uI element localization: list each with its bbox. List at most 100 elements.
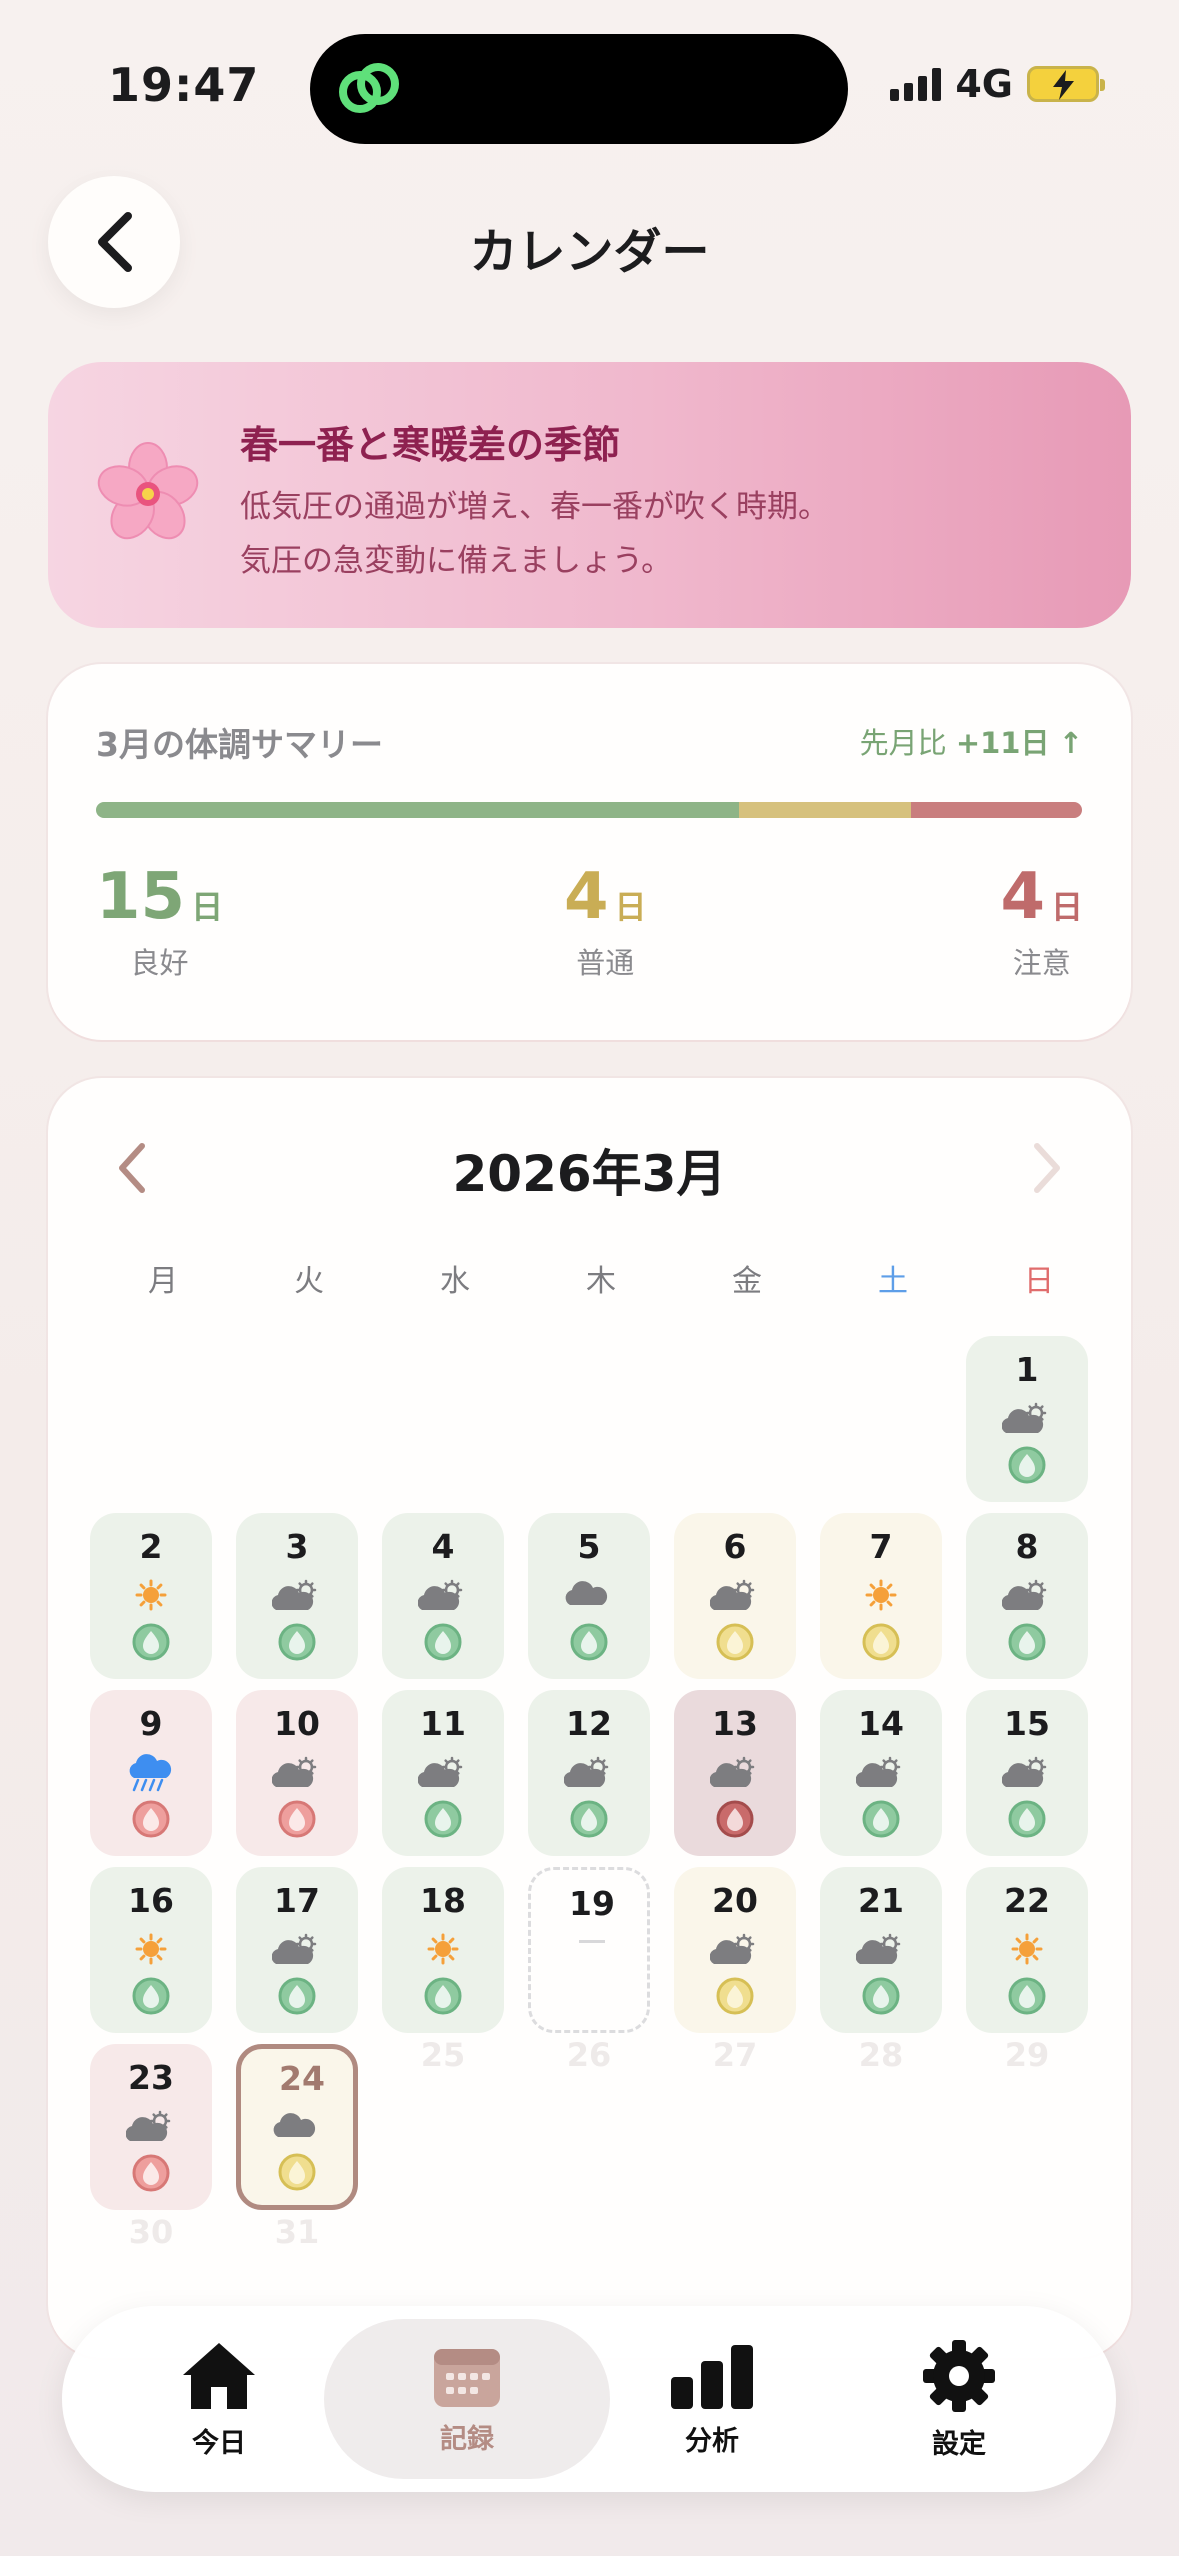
tab-analysis[interactable]: 分析 [587, 2306, 837, 2492]
calendar-day[interactable]: 3 [236, 1513, 358, 1679]
weekday-fri: 金 [732, 1264, 762, 1299]
day-number: 23 [128, 2058, 174, 2097]
calendar-day[interactable]: 12 [528, 1690, 650, 1856]
calendar-day[interactable]: 14 [820, 1690, 942, 1856]
day-number: 5 [577, 1527, 601, 1566]
summary-title: 3月の体調サマリー [96, 725, 383, 764]
day-number: 6 [723, 1527, 747, 1566]
day-number: 4 [431, 1527, 455, 1566]
calendar-day[interactable]: 4 [382, 1513, 504, 1679]
partly-cloudy-icon [1002, 1579, 1047, 1610]
weekday-sun: 日 [1024, 1264, 1054, 1299]
calendar-day-future: 30 [128, 2213, 174, 2251]
calendar-day-future: 27 [712, 2036, 758, 2074]
partly-cloudy-icon [1002, 1756, 1047, 1787]
tab-records[interactable]: 記録 [342, 2306, 592, 2492]
sun-icon [1011, 1933, 1043, 1965]
calendar-day[interactable]: 11 [382, 1690, 504, 1856]
calendar-day[interactable]: 6 [674, 1513, 796, 1679]
calendar-day[interactable]: 13 [674, 1690, 796, 1856]
calendar-day[interactable]: 15 [966, 1690, 1088, 1856]
calendar-day-future: 26 [566, 2036, 612, 2074]
app-link-icon [339, 63, 399, 113]
sun-icon [427, 1933, 459, 1965]
tab-bar: 今日 記録 分析 設定 [62, 2306, 1116, 2492]
tab-settings[interactable]: 設定 [834, 2306, 1084, 2492]
tab-today[interactable]: 今日 [94, 2306, 344, 2492]
calendar-day[interactable]: 20 [674, 1867, 796, 2033]
condition-caution-icon [132, 1800, 170, 1838]
day-number: 12 [566, 1704, 612, 1743]
partly-cloudy-icon [272, 1756, 317, 1787]
banner-line-1: 低気圧の通過が増え、春一番が吹く時期。 [240, 489, 829, 525]
partly-cloudy-icon [856, 1933, 901, 1964]
condition-normal-icon [862, 1623, 900, 1661]
calendar-day[interactable]: 7 [820, 1513, 942, 1679]
monthly-summary-card: 3月の体調サマリー 先月比 +11日 ↑ 15 日 良好 4日 普通 4日 注意 [48, 664, 1131, 1040]
partly-cloudy-icon [418, 1756, 463, 1787]
condition-bad-icon [716, 1800, 754, 1838]
day-number: 9 [139, 1704, 163, 1743]
calendar-day[interactable]: 21 [820, 1867, 942, 2033]
bar-segment-normal [739, 802, 911, 818]
day-number: 21 [858, 1881, 904, 1920]
calendar-day[interactable]: 19 [528, 1867, 650, 2033]
comparison-label: 先月比 [859, 726, 947, 760]
dynamic-island [310, 34, 848, 144]
calendar-day[interactable]: 17 [236, 1867, 358, 2033]
calendar-day[interactable]: 16 [90, 1867, 212, 2033]
day-number: 14 [858, 1704, 904, 1743]
condition-good-icon [132, 1977, 170, 2015]
partly-cloudy-icon [710, 1933, 755, 1964]
condition-normal-icon [278, 2153, 316, 2191]
home-icon [183, 2342, 255, 2409]
calendar-day-future: 31 [274, 2213, 320, 2251]
stat-good: 15 日 良好 [96, 860, 223, 982]
calendar-day[interactable]: 23 [90, 2044, 212, 2210]
battery-charging-icon [1027, 66, 1105, 102]
calendar-day[interactable]: 18 [382, 1867, 504, 2033]
calendar-day[interactable]: 8 [966, 1513, 1088, 1679]
partly-cloudy-icon [418, 1579, 463, 1610]
next-month-button[interactable] [1031, 1140, 1065, 1196]
weekday-sat: 土 [878, 1264, 908, 1299]
arrow-up-icon: ↑ [1058, 726, 1083, 760]
calendar-day[interactable]: 22 [966, 1867, 1088, 2033]
day-number: 11 [420, 1704, 466, 1743]
condition-good-icon [424, 1800, 462, 1838]
network-type: 4G [955, 62, 1013, 106]
calendar-day[interactable]: 5 [528, 1513, 650, 1679]
partly-cloudy-icon [1002, 1402, 1047, 1433]
partly-cloudy-icon [710, 1579, 755, 1610]
no-record-dash [579, 1940, 605, 1943]
day-number: 13 [712, 1704, 758, 1743]
condition-normal-icon [716, 1623, 754, 1661]
calendar-day[interactable]: 2 [90, 1513, 212, 1679]
good-count: 15 [96, 860, 186, 934]
calendar-day-today[interactable]: 24 [236, 2044, 358, 2210]
partly-cloudy-icon [710, 1756, 755, 1787]
calendar-day[interactable]: 9 [90, 1690, 212, 1856]
calendar-day[interactable]: 10 [236, 1690, 358, 1856]
day-number: 15 [1004, 1704, 1050, 1743]
condition-good-icon [1008, 1446, 1046, 1484]
partly-cloudy-icon [856, 1756, 901, 1787]
condition-good-icon [278, 1623, 316, 1661]
bar-segment-good [96, 802, 740, 818]
banner-title: 春一番と寒暖差の季節 [240, 423, 621, 467]
partly-cloudy-icon [272, 1579, 317, 1610]
tab-records-label: 記録 [440, 2423, 494, 2455]
month-comparison: 先月比 +11日 ↑ [860, 720, 1083, 762]
condition-good-icon [862, 1800, 900, 1838]
day-number: 1 [1015, 1350, 1039, 1389]
condition-good-icon [132, 1623, 170, 1661]
status-indicators: 4G [890, 62, 1105, 106]
signal-icon [890, 67, 942, 101]
sun-icon [135, 1579, 167, 1611]
condition-caution-icon [132, 2154, 170, 2192]
bar-segment-caution [910, 802, 1082, 818]
gear-icon [923, 2339, 995, 2412]
calendar-day[interactable]: 1 [966, 1336, 1088, 1502]
month-title: 2026年3月 [452, 1145, 727, 1203]
page-title: カレンダー [469, 224, 710, 280]
